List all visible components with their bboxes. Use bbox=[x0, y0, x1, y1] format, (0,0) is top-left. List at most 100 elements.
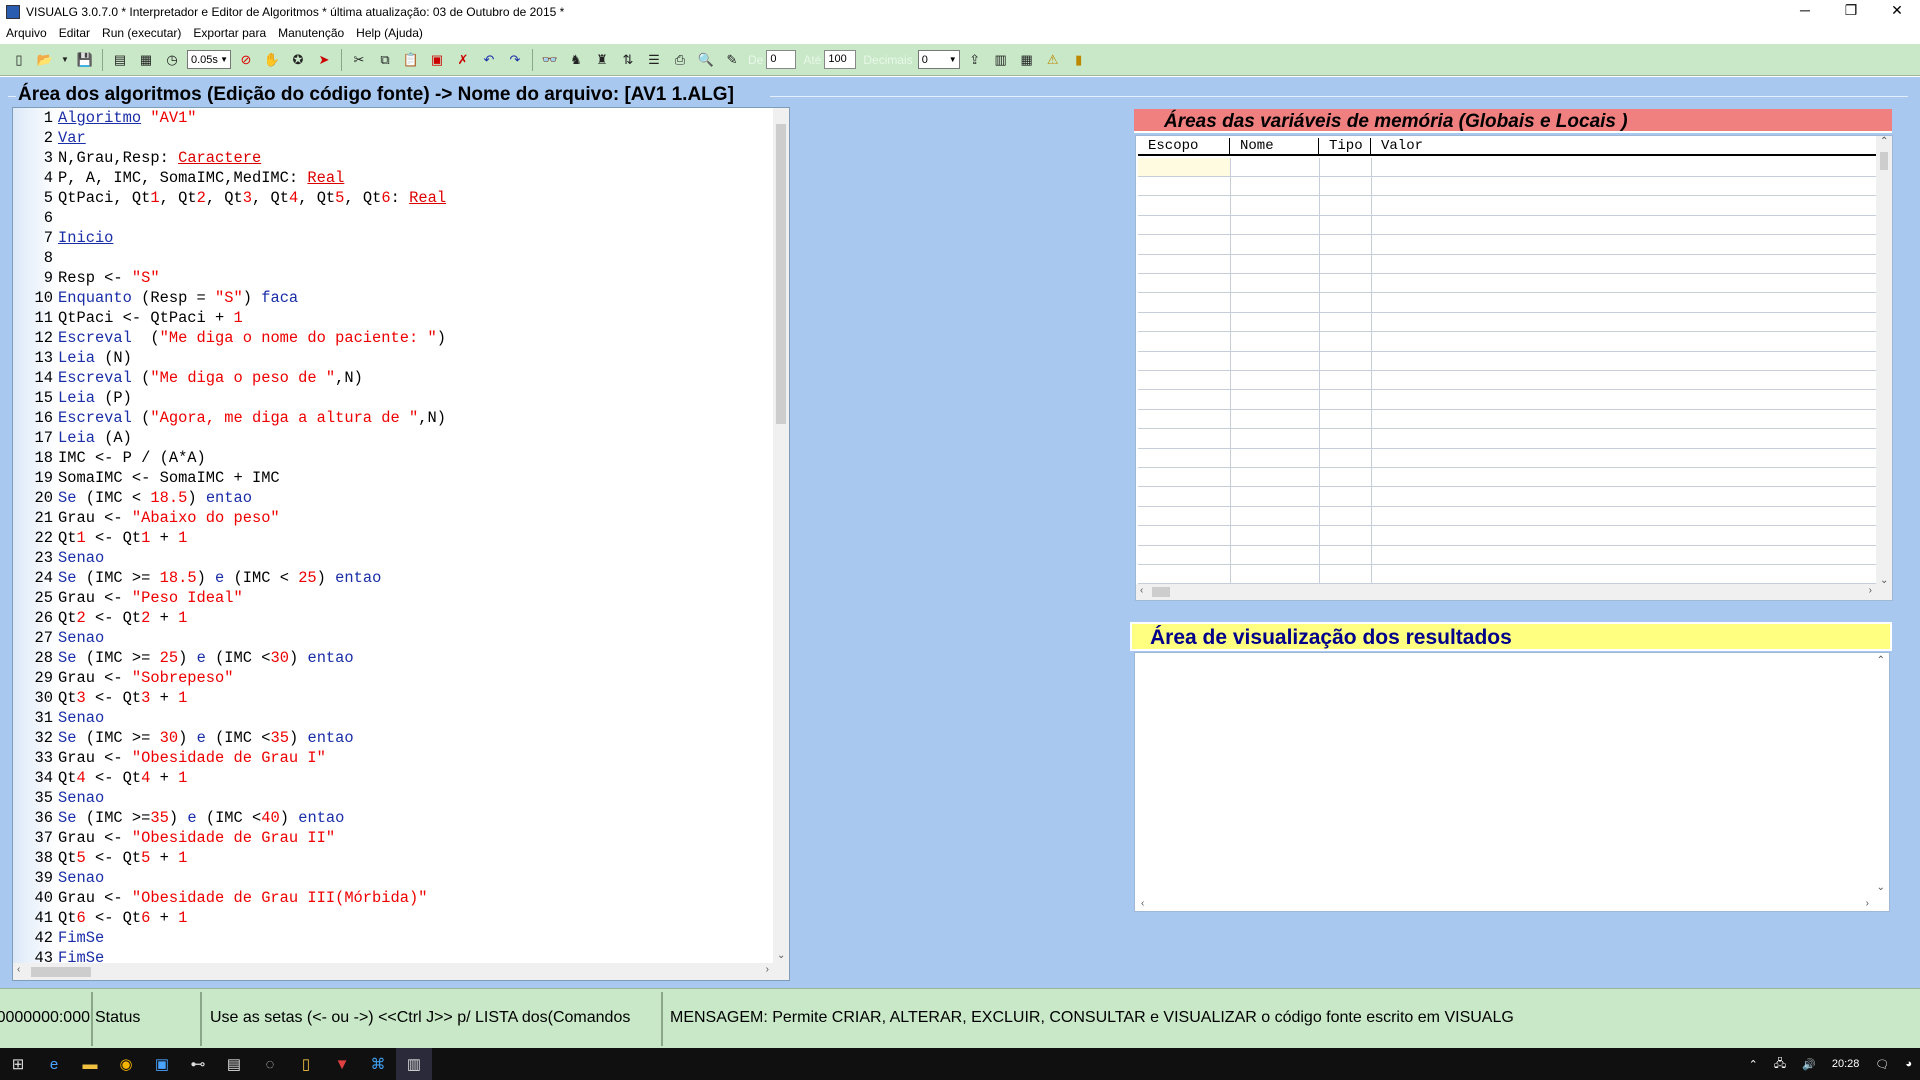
selected-cell[interactable] bbox=[1138, 158, 1230, 176]
save-icon[interactable]: 💾 bbox=[74, 49, 96, 71]
volume-icon[interactable]: 🔊 bbox=[1802, 1058, 1816, 1071]
variable-row[interactable] bbox=[1138, 546, 1878, 565]
network-icon[interactable]: 🖧 bbox=[1774, 1055, 1786, 1074]
editor-horizontal-scrollbar[interactable]: ‹ › bbox=[13, 963, 789, 980]
code-editor[interactable]: 1 Algoritmo "AV1" 2 Var 3 N,Grau,Resp: Caract… bbox=[12, 107, 790, 981]
variable-row[interactable] bbox=[1138, 430, 1878, 449]
code-line[interactable]: 33 Grau <- "Obesidade de Grau I" bbox=[13, 748, 783, 768]
code-line[interactable]: 3 N,Grau,Resp: Caractere bbox=[13, 148, 783, 168]
code-line[interactable]: 31 Senao bbox=[13, 708, 783, 728]
variable-row[interactable] bbox=[1138, 216, 1878, 236]
variable-row[interactable] bbox=[1138, 488, 1878, 507]
chevron-left-icon[interactable]: ‹ bbox=[17, 964, 20, 975]
dropdown-arrow-icon[interactable]: ▼ bbox=[60, 49, 70, 71]
variable-row[interactable] bbox=[1138, 274, 1878, 294]
code-line[interactable]: 10 Enquanto (Resp = "S") faca bbox=[13, 288, 783, 308]
menu-help[interactable]: Help (Ajuda) bbox=[350, 26, 429, 40]
variables-grid[interactable]: Escopo Nome Tipo Valor ⌃ ⌄ ‹ › bbox=[1135, 135, 1893, 601]
variable-row[interactable] bbox=[1138, 565, 1878, 585]
step-icon[interactable]: ✪ bbox=[287, 49, 309, 71]
variable-row[interactable] bbox=[1138, 527, 1878, 546]
copy-icon[interactable]: ⧉ bbox=[374, 49, 396, 71]
code-line[interactable]: 38 Qt5 <- Qt5 + 1 bbox=[13, 848, 783, 868]
code-line[interactable]: 40 Grau <- "Obesidade de Grau III(Mórbida… bbox=[13, 888, 783, 908]
exit-icon[interactable]: ▮ bbox=[1068, 49, 1090, 71]
stop-icon[interactable]: ⊘ bbox=[235, 49, 257, 71]
visualg-taskbar-icon[interactable]: ▥ bbox=[396, 1048, 432, 1080]
indent-icon[interactable]: ▣ bbox=[426, 49, 448, 71]
code-line[interactable]: 43 FimSe bbox=[13, 948, 783, 963]
chevron-up-icon[interactable]: ⌃ bbox=[1749, 1058, 1758, 1071]
code-line[interactable]: 15 Leia (P) bbox=[13, 388, 783, 408]
code-line[interactable]: 17 Leia (A) bbox=[13, 428, 783, 448]
code-line[interactable]: 7 Inicio bbox=[13, 228, 783, 248]
run-icon[interactable]: ▤ bbox=[109, 49, 131, 71]
code-line[interactable]: 39 Senao bbox=[13, 868, 783, 888]
breakpoint-icon[interactable]: ➤ bbox=[313, 49, 335, 71]
menu-run[interactable]: Run (executar) bbox=[96, 26, 187, 40]
code-line[interactable]: 35 Senao bbox=[13, 788, 783, 808]
code-line[interactable]: 12 Escreval ("Me diga o nome do paciente:… bbox=[13, 328, 783, 348]
variable-row[interactable] bbox=[1138, 333, 1878, 352]
vscode-icon[interactable]: ⌘ bbox=[360, 1048, 396, 1080]
menu-arquivo[interactable]: Arquivo bbox=[0, 26, 53, 40]
minimize-button[interactable]: ─ bbox=[1782, 0, 1828, 23]
variable-row[interactable] bbox=[1138, 507, 1878, 527]
code-line[interactable]: 34 Qt4 <- Qt4 + 1 bbox=[13, 768, 783, 788]
replace-icon[interactable]: ♞ bbox=[565, 49, 587, 71]
app-tray-icon[interactable]: ◕ bbox=[1905, 1058, 1912, 1070]
open-folder-icon[interactable]: 📂 bbox=[34, 49, 56, 71]
chevron-up-icon[interactable]: ⌃ bbox=[1880, 136, 1888, 147]
help-icon[interactable]: ⚠ bbox=[1042, 49, 1064, 71]
app-icon[interactable]: ⊷ bbox=[180, 1048, 216, 1080]
code-line[interactable]: 14 Escreval ("Me diga o peso de ",N) bbox=[13, 368, 783, 388]
editor-vertical-scrollbar[interactable]: ⌄ bbox=[773, 108, 789, 963]
code-line[interactable]: 18 IMC <- P / (A*A) bbox=[13, 448, 783, 468]
app-icon[interactable]: ▤ bbox=[216, 1048, 252, 1080]
code-line[interactable]: 21 Grau <- "Abaixo do peso" bbox=[13, 508, 783, 528]
redo-icon[interactable]: ↷ bbox=[504, 49, 526, 71]
variable-row[interactable] bbox=[1138, 294, 1878, 313]
find-next-icon[interactable]: ♜ bbox=[591, 49, 613, 71]
code-line[interactable]: 28 Se (IMC >= 25) e (IMC <30) entao bbox=[13, 648, 783, 668]
variable-row[interactable] bbox=[1138, 197, 1878, 216]
variable-row[interactable] bbox=[1138, 255, 1878, 274]
find-icon[interactable]: 👓 bbox=[539, 49, 561, 71]
chevron-right-icon[interactable]: › bbox=[766, 964, 769, 975]
sort-icon[interactable]: ⇅ bbox=[617, 49, 639, 71]
chrome-icon[interactable]: ◉ bbox=[108, 1048, 144, 1080]
code-line[interactable]: 5 QtPaci, Qt1, Qt2, Qt3, Qt4, Qt5, Qt6: R… bbox=[13, 188, 783, 208]
format-icon[interactable]: ☰ bbox=[643, 49, 665, 71]
undo-icon[interactable]: ↶ bbox=[478, 49, 500, 71]
chevron-up-icon[interactable]: ⌃ bbox=[1877, 655, 1885, 666]
variable-row[interactable] bbox=[1138, 391, 1878, 410]
ate-input[interactable]: 100 bbox=[824, 50, 857, 69]
variable-row[interactable] bbox=[1138, 371, 1878, 391]
code-line[interactable]: 25 Grau <- "Peso Ideal" bbox=[13, 588, 783, 608]
chevron-left-icon[interactable]: ‹ bbox=[1140, 585, 1143, 596]
code-line[interactable]: 42 FimSe bbox=[13, 928, 783, 948]
restore-button[interactable]: ❐ bbox=[1828, 0, 1874, 23]
decimais-select[interactable]: 0 ▼ bbox=[917, 50, 960, 69]
variable-row[interactable] bbox=[1138, 468, 1878, 488]
export-icon[interactable]: ⇪ bbox=[964, 49, 986, 71]
scroll-thumb[interactable] bbox=[31, 967, 91, 977]
new-file-icon[interactable]: ▯ bbox=[8, 49, 30, 71]
app-icon[interactable]: ▼ bbox=[324, 1048, 360, 1080]
table-icon[interactable]: ▦ bbox=[1016, 49, 1038, 71]
cut-icon[interactable]: ✂ bbox=[348, 49, 370, 71]
variables-vertical-scrollbar[interactable]: ⌃ ⌄ bbox=[1876, 136, 1892, 586]
code-line[interactable]: 4 P, A, IMC, SomaIMC,MedIMC: Real bbox=[13, 168, 783, 188]
code-line[interactable]: 37 Grau <- "Obesidade de Grau II" bbox=[13, 828, 783, 848]
app-icon[interactable]: ◌ bbox=[252, 1048, 288, 1080]
code-line[interactable]: 23 Senao bbox=[13, 548, 783, 568]
code-line[interactable]: 19 SomaIMC <- SomaIMC + IMC bbox=[13, 468, 783, 488]
code-line[interactable]: 6 bbox=[13, 208, 783, 228]
code-line[interactable]: 1 Algoritmo "AV1" bbox=[13, 108, 783, 128]
chevron-left-icon[interactable]: ‹ bbox=[1141, 898, 1144, 909]
preview-icon[interactable]: 🔍 bbox=[695, 49, 717, 71]
speed-select[interactable]: 0.05s ▼ bbox=[187, 50, 231, 69]
chevron-right-icon[interactable]: › bbox=[1866, 898, 1869, 909]
code-line[interactable]: 22 Qt1 <- Qt1 + 1 bbox=[13, 528, 783, 548]
variable-row[interactable] bbox=[1138, 177, 1878, 197]
